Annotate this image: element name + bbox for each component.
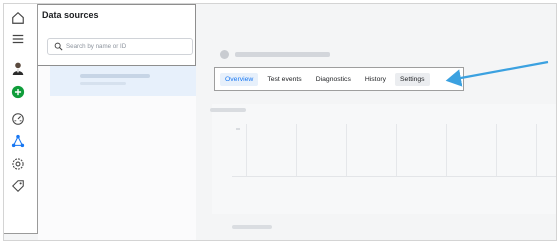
redacted-text (80, 82, 126, 85)
panel-title: Data sources (42, 10, 99, 20)
x-axis (232, 176, 556, 177)
gridline (246, 124, 247, 176)
tab-history[interactable]: History (360, 73, 391, 86)
gridline (396, 124, 397, 176)
redacted-text (232, 225, 272, 229)
menu-icon[interactable] (8, 29, 28, 49)
left-rail (4, 4, 38, 234)
tag-icon[interactable] (8, 176, 28, 196)
tab-overview[interactable]: Overview (220, 72, 259, 86)
gridline (496, 124, 497, 176)
redacted-source-title (220, 49, 340, 59)
data-sources-panel: Data sources (38, 4, 196, 240)
avatar[interactable] (8, 58, 28, 78)
home-icon[interactable] (8, 8, 28, 28)
gridline (536, 124, 537, 176)
redacted-text (80, 74, 150, 78)
data-sources-header: Data sources (38, 4, 196, 66)
search-input[interactable] (66, 43, 186, 50)
tab-bar: Overview Test events Diagnostics History… (214, 67, 464, 91)
data-source-item[interactable] (50, 66, 196, 96)
redacted-text (210, 108, 246, 112)
tab-settings[interactable]: Settings (395, 72, 430, 86)
events-manager-icon[interactable] (8, 131, 28, 151)
search-box[interactable] (47, 38, 193, 55)
tab-diagnostics[interactable]: Diagnostics (311, 73, 356, 86)
axis-tick (236, 128, 240, 130)
main-content: Overview Test events Diagnostics History… (196, 4, 556, 240)
gridline (296, 124, 297, 176)
app-window: Data sources Overview Test events Diagno… (3, 3, 557, 241)
gridline (346, 124, 347, 176)
add-icon[interactable] (8, 82, 28, 102)
tab-test-events[interactable]: Test events (262, 73, 306, 86)
gridline (446, 124, 447, 176)
settings-icon[interactable] (8, 154, 28, 174)
redacted-text (235, 51, 330, 57)
dashboard-icon[interactable] (8, 109, 28, 129)
activity-chart-placeholder (212, 104, 556, 214)
search-icon (54, 42, 63, 51)
source-icon (220, 49, 229, 59)
